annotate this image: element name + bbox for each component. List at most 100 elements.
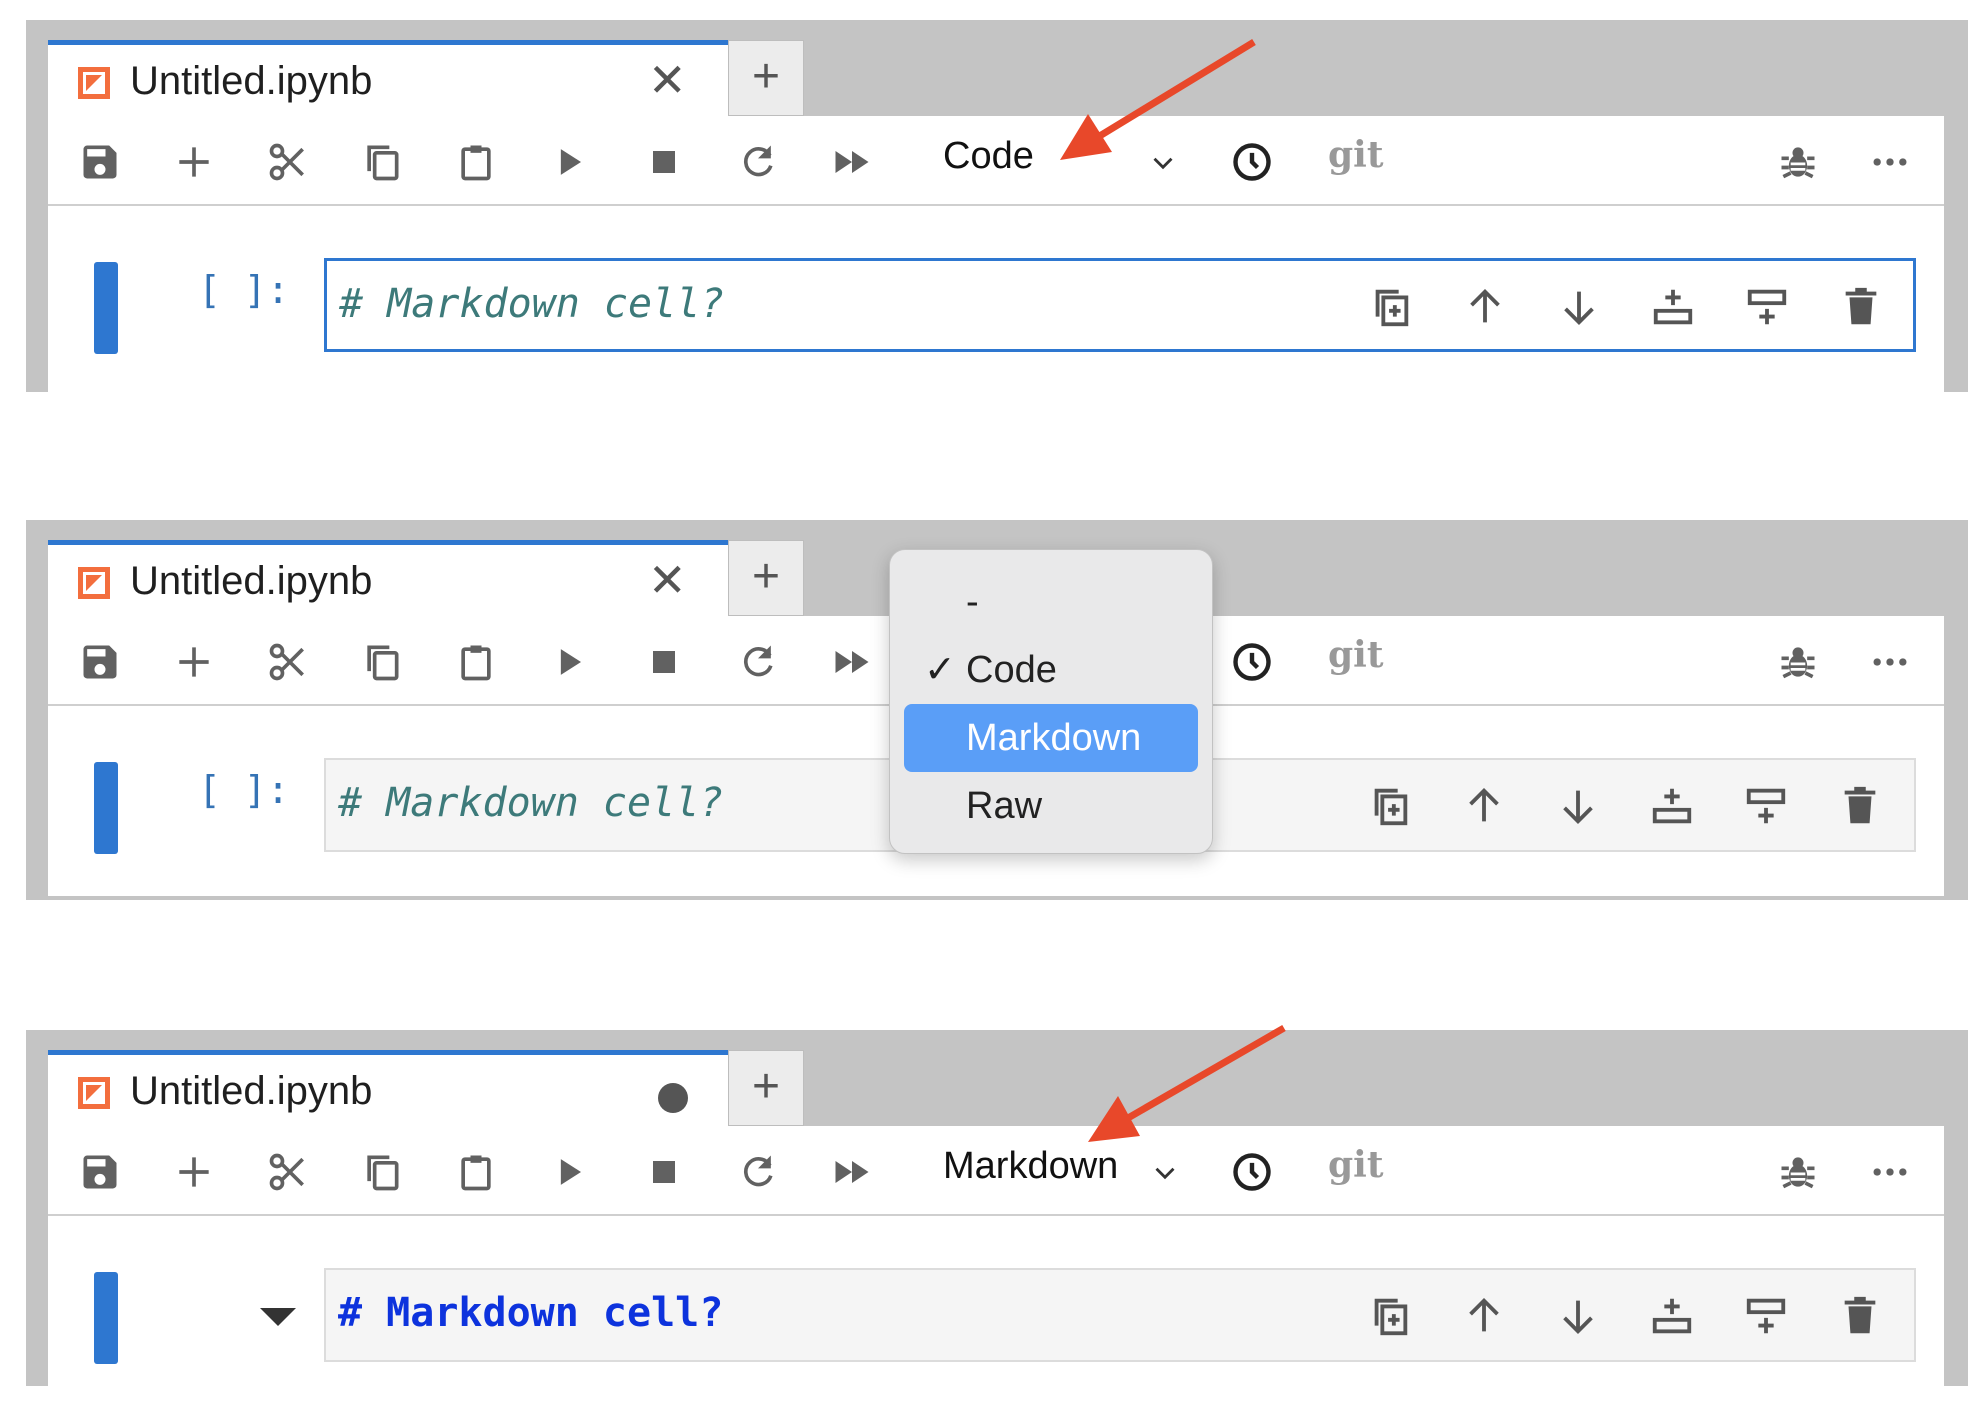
more-icon[interactable] [1868,140,1912,184]
run-icon[interactable] [548,140,592,184]
more-icon[interactable] [1868,1150,1912,1194]
paste-icon[interactable] [454,640,498,684]
collapse-caret-icon[interactable] [260,1308,296,1326]
clock-icon[interactable] [1230,1150,1274,1194]
stop-icon[interactable] [642,1150,686,1194]
more-icon[interactable] [1868,640,1912,684]
fast-forward-icon[interactable] [830,640,874,684]
cell-editor[interactable]: # Markdown cell? [324,1268,1916,1362]
dropdown-item-none[interactable]: - [904,568,1198,636]
add-icon[interactable] [172,640,216,684]
add-icon[interactable] [172,1150,216,1194]
notebook-file-icon [78,67,110,99]
move-down-icon[interactable] [1555,283,1603,331]
insert-above-icon[interactable] [1648,782,1696,830]
run-icon[interactable] [548,640,592,684]
move-down-icon[interactable] [1554,782,1602,830]
save-icon[interactable] [78,640,122,684]
insert-below-icon[interactable] [1742,782,1790,830]
cut-icon[interactable] [266,640,310,684]
copy-icon[interactable] [360,140,404,184]
new-tab-button[interactable]: + [728,540,804,616]
git-label[interactable]: git [1328,134,1383,176]
move-down-icon[interactable] [1554,1292,1602,1340]
notebook-content: [ ]: # Markdown cell? [48,206,1944,396]
duplicate-icon[interactable] [1366,782,1414,830]
paste-icon[interactable] [454,1150,498,1194]
input-prompt: [ ]: [198,268,290,312]
cell-type-select[interactable]: Markdown [943,1145,1118,1188]
clock-icon[interactable] [1230,640,1274,684]
stop-icon[interactable] [642,640,686,684]
dropdown-item-label: - [966,581,979,623]
git-label[interactable]: git [1328,634,1383,676]
git-label[interactable]: git [1328,1144,1383,1186]
move-up-icon[interactable] [1461,283,1509,331]
cut-icon[interactable] [266,1150,310,1194]
cell-source[interactable]: # Markdown cell? [338,1290,723,1336]
check-icon: ✓ [924,649,956,691]
delete-icon[interactable] [1837,283,1885,331]
active-cell-indicator [94,1272,118,1364]
save-icon[interactable] [78,140,122,184]
duplicate-icon[interactable] [1367,283,1415,331]
close-icon[interactable]: ✕ [648,557,687,603]
tab-title: Untitled.ipynb [130,1069,373,1113]
insert-below-icon[interactable] [1742,1292,1790,1340]
notebook-panel-3: Untitled.ipynb + Markdown git # Markdown… [26,1030,1968,1386]
insert-below-icon[interactable] [1743,283,1791,331]
fast-forward-icon[interactable] [830,1150,874,1194]
new-tab-button[interactable]: + [728,40,804,116]
cell-editor[interactable]: # Markdown cell? [324,258,1916,352]
add-icon[interactable] [172,140,216,184]
close-icon[interactable]: ✕ [648,57,687,103]
new-tab-button[interactable]: + [728,1050,804,1126]
move-up-icon[interactable] [1460,1292,1508,1340]
clock-icon[interactable] [1230,140,1274,184]
cell-type-select[interactable]: Code [943,135,1034,178]
dropdown-item-raw[interactable]: Raw [904,772,1198,840]
chevron-down-icon[interactable] [1146,146,1180,180]
notebook-file-icon [78,567,110,599]
notebook-file-icon [78,1077,110,1109]
restart-icon[interactable] [736,640,780,684]
restart-icon[interactable] [736,140,780,184]
dropdown-item-label: Markdown [966,717,1142,759]
delete-icon[interactable] [1836,1292,1884,1340]
notebook-toolbar: Markdown git [48,1126,1944,1216]
copy-icon[interactable] [360,640,404,684]
duplicate-icon[interactable] [1366,1292,1414,1340]
insert-above-icon[interactable] [1648,1292,1696,1340]
cut-icon[interactable] [266,140,310,184]
cell-source[interactable]: # Markdown cell? [338,780,723,826]
run-icon[interactable] [548,1150,592,1194]
tab-title: Untitled.ipynb [130,59,373,103]
notebook-toolbar: Code git [48,116,1944,206]
bug-icon[interactable] [1776,640,1820,684]
dropdown-item-markdown[interactable]: Markdown [904,704,1198,772]
chevron-down-icon[interactable] [1148,1156,1182,1190]
stop-icon[interactable] [642,140,686,184]
save-icon[interactable] [78,1150,122,1194]
restart-icon[interactable] [736,1150,780,1194]
paste-icon[interactable] [454,140,498,184]
notebook-panel-1: Untitled.ipynb ✕ + Code git [ ]: # Markd… [26,20,1968,396]
input-prompt: [ ]: [198,768,290,812]
delete-icon[interactable] [1836,782,1884,830]
bug-icon[interactable] [1776,140,1820,184]
insert-above-icon[interactable] [1649,283,1697,331]
cell-source[interactable]: # Markdown cell? [339,281,724,327]
bug-icon[interactable] [1776,1150,1820,1194]
dropdown-item-code[interactable]: ✓ Code [904,636,1198,704]
copy-icon[interactable] [360,1150,404,1194]
cell-type-dropdown-menu: - ✓ Code Markdown Raw [889,549,1213,854]
active-cell-indicator [94,762,118,854]
tab-title: Untitled.ipynb [130,559,373,603]
move-up-icon[interactable] [1460,782,1508,830]
unsaved-indicator-icon[interactable] [658,1083,688,1113]
dropdown-item-label: Raw [966,785,1043,827]
notebook-content: # Markdown cell? [48,1216,1944,1386]
active-cell-indicator [94,262,118,354]
dropdown-item-label: Code [966,649,1057,691]
fast-forward-icon[interactable] [830,140,874,184]
